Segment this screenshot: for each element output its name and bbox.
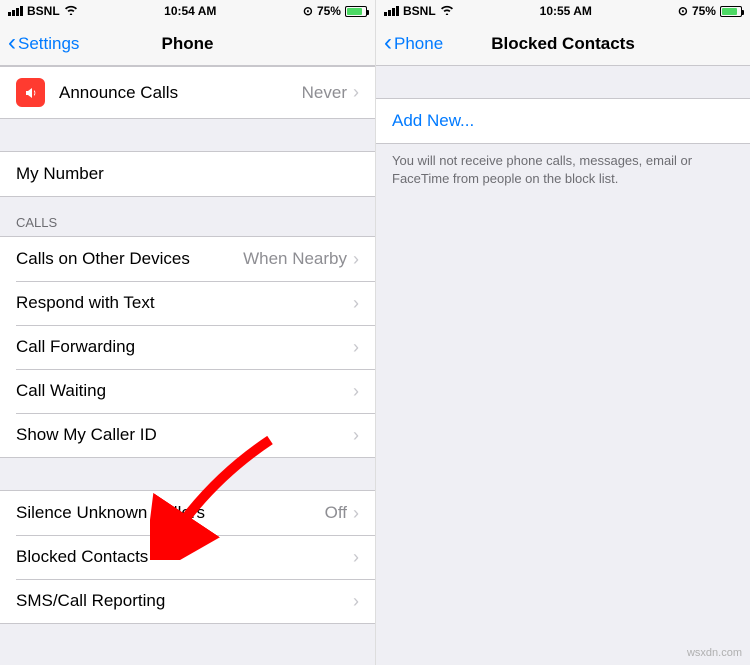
row-silence-unknown[interactable]: Silence Unknown Callers Off › [0,491,375,535]
chevron-right-icon: › [353,381,359,402]
battery-icon [720,6,742,17]
status-bar: BSNL 10:54 AM ⊙ 75% [0,0,375,22]
chevron-right-icon: › [353,293,359,314]
add-new-label: Add New... [392,111,734,131]
row-value: Never [302,83,347,103]
back-label: Phone [394,34,443,54]
row-label: My Number [16,164,359,184]
row-label: Silence Unknown Callers [16,503,325,523]
signal-icon [384,6,399,16]
battery-percent: 75% [692,4,716,18]
row-label: Respond with Text [16,293,353,313]
status-bar: BSNL 10:55 AM ⊙ 75% [376,0,750,22]
alarm-icon: ⊙ [678,4,688,18]
row-add-new[interactable]: Add New... [376,99,750,143]
chevron-right-icon: › [353,591,359,612]
nav-bar: ‹ Settings Phone [0,22,375,66]
battery-icon [345,6,367,17]
content-scroll[interactable]: Add New... You will not receive phone ca… [376,66,750,665]
phone-settings-screen: BSNL 10:54 AM ⊙ 75% ‹ Settings Phone Ann… [0,0,375,665]
row-label: Blocked Contacts [16,547,353,567]
row-call-forwarding[interactable]: Call Forwarding › [0,325,375,369]
chevron-right-icon: › [353,249,359,270]
row-label: Show My Caller ID [16,425,353,445]
row-label: Call Waiting [16,381,353,401]
row-value: When Nearby [243,249,347,269]
chevron-left-icon: ‹ [384,31,392,55]
announce-icon [16,78,45,107]
row-call-waiting[interactable]: Call Waiting › [0,369,375,413]
chevron-right-icon: › [353,337,359,358]
row-value: Off [325,503,347,523]
content-scroll[interactable]: Announce Calls Never › My Number CALLS C… [0,66,375,665]
battery-percent: 75% [317,4,341,18]
alarm-icon: ⊙ [303,4,313,18]
clock: 10:55 AM [540,4,592,18]
row-blocked-contacts[interactable]: Blocked Contacts › [0,535,375,579]
chevron-right-icon: › [353,503,359,524]
chevron-left-icon: ‹ [8,31,16,55]
row-calls-other-devices[interactable]: Calls on Other Devices When Nearby › [0,237,375,281]
back-button[interactable]: ‹ Phone [384,33,443,55]
chevron-right-icon: › [353,82,359,103]
watermark: wsxdn.com [687,647,742,659]
carrier-label: BSNL [27,4,60,18]
row-respond-with-text[interactable]: Respond with Text › [0,281,375,325]
row-announce-calls[interactable]: Announce Calls Never › [0,67,375,118]
chevron-right-icon: › [353,425,359,446]
row-label: Announce Calls [59,83,302,103]
carrier-label: BSNL [403,4,436,18]
wifi-icon [64,4,78,18]
back-button[interactable]: ‹ Settings [8,33,79,55]
row-label: Call Forwarding [16,337,353,357]
nav-bar: ‹ Phone Blocked Contacts [376,22,750,66]
clock: 10:54 AM [164,4,216,18]
row-show-caller-id[interactable]: Show My Caller ID › [0,413,375,457]
wifi-icon [440,4,454,18]
row-my-number[interactable]: My Number [0,152,375,196]
footer-explanation: You will not receive phone calls, messag… [376,144,750,196]
row-label: Calls on Other Devices [16,249,243,269]
blocked-contacts-screen: BSNL 10:55 AM ⊙ 75% ‹ Phone Blocked Cont… [375,0,750,665]
row-label: SMS/Call Reporting [16,591,353,611]
chevron-right-icon: › [353,547,359,568]
section-header-calls: CALLS [0,197,375,236]
row-sms-call-reporting[interactable]: SMS/Call Reporting › [0,579,375,623]
signal-icon [8,6,23,16]
back-label: Settings [18,34,79,54]
